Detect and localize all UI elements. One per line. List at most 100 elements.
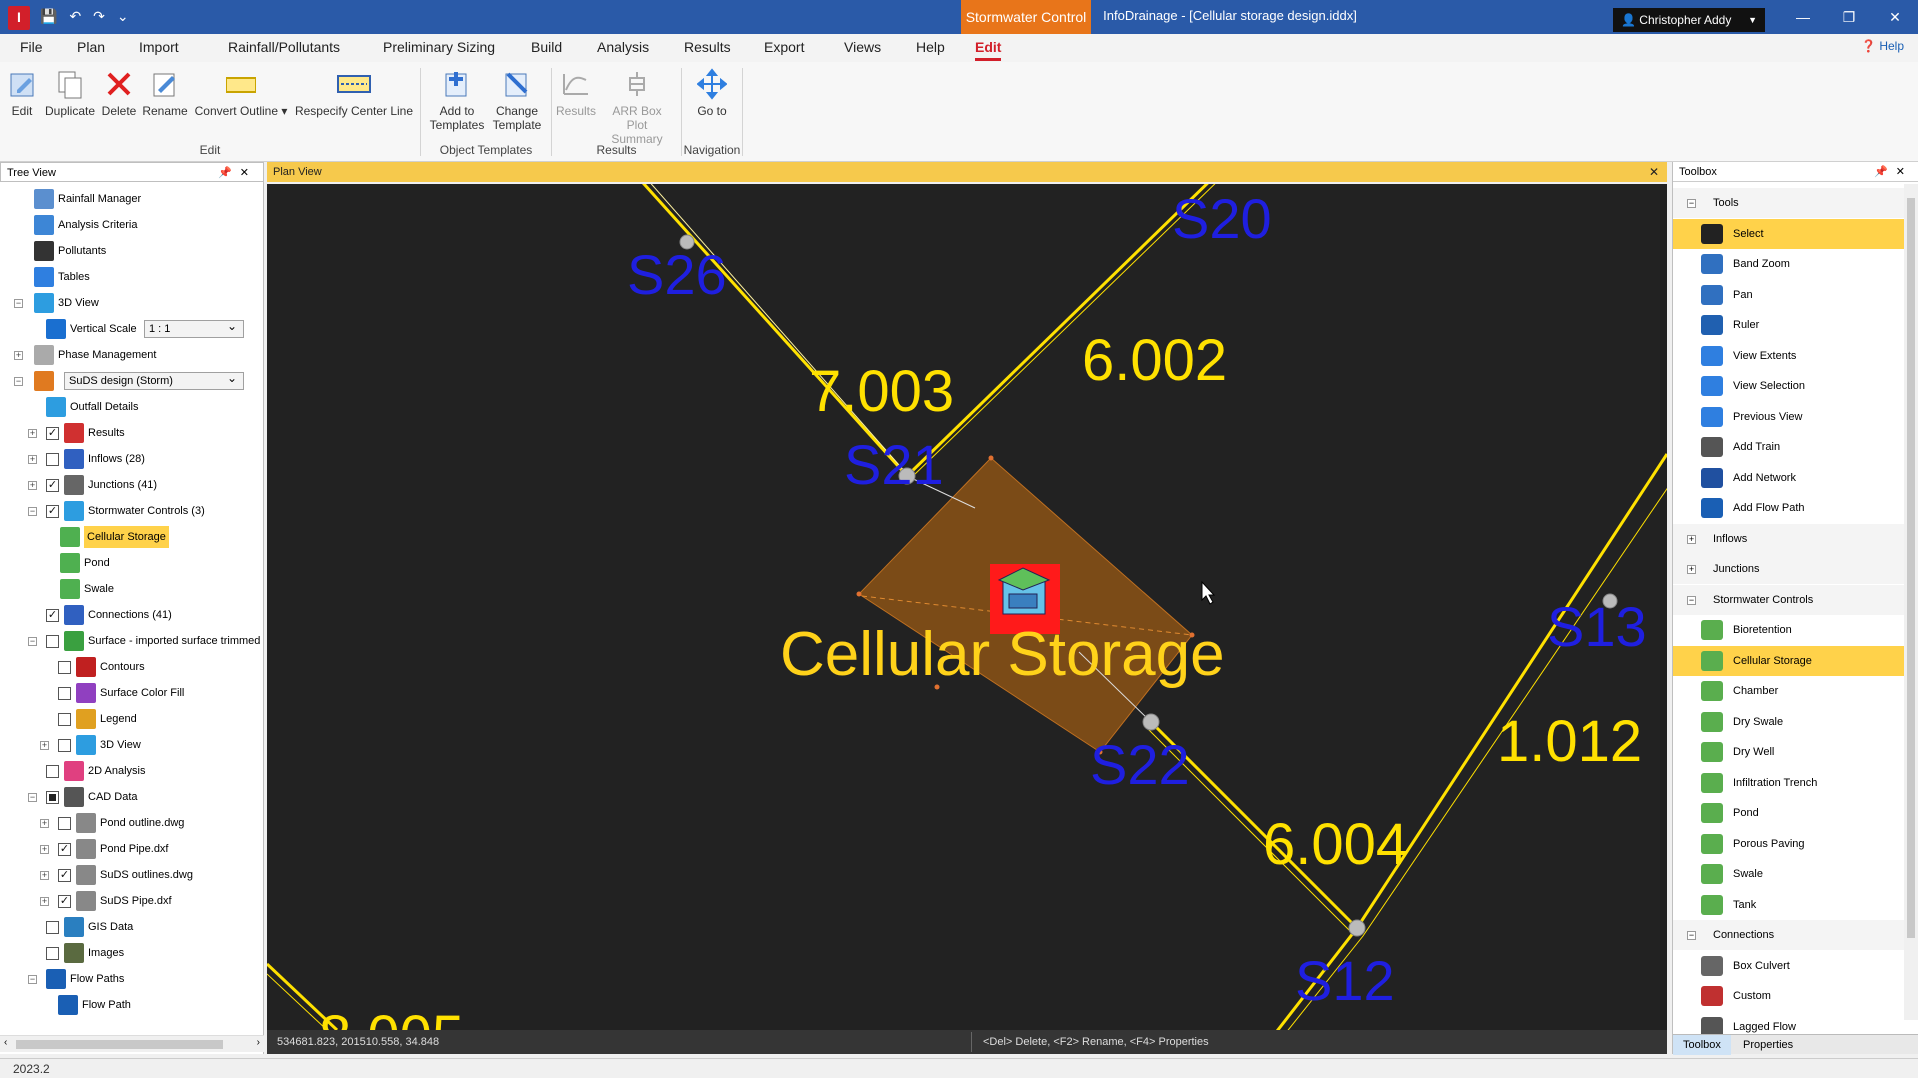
- add-to-templates-button[interactable]: Add to Templates: [425, 68, 489, 132]
- menu-help[interactable]: Help: [916, 39, 945, 55]
- visibility-checkbox[interactable]: [58, 739, 71, 752]
- menu-build[interactable]: Build: [531, 39, 562, 55]
- visibility-checkbox[interactable]: [58, 817, 71, 830]
- expand-icon[interactable]: +: [40, 845, 49, 854]
- visibility-checkbox[interactable]: [46, 947, 59, 960]
- visibility-checkbox[interactable]: ✓: [46, 479, 59, 492]
- collapse-icon[interactable]: −: [28, 793, 37, 802]
- tree-item-legend[interactable]: Legend: [0, 708, 264, 730]
- visibility-checkbox[interactable]: [46, 791, 59, 804]
- toolbox-item-infiltration-trench[interactable]: Infiltration Trench: [1673, 768, 1905, 798]
- close-plan-view-icon[interactable]: ✕: [1649, 162, 1659, 182]
- change-template-button[interactable]: Change Template: [489, 68, 545, 132]
- menu-preliminary-sizing[interactable]: Preliminary Sizing: [383, 39, 495, 55]
- vertical-scale-dropdown[interactable]: 1 : 1: [144, 318, 244, 338]
- toolbox-item-tank[interactable]: Tank: [1673, 890, 1905, 920]
- collapse-icon[interactable]: −: [28, 637, 37, 646]
- visibility-checkbox[interactable]: [46, 921, 59, 934]
- tree-item-pond-pipe-dxf[interactable]: + ✓ Pond Pipe.dxf: [0, 838, 264, 860]
- delete-button[interactable]: Delete: [100, 68, 138, 118]
- tree-item-analysis-criteria[interactable]: Analysis Criteria: [0, 214, 264, 236]
- convert-outline-button[interactable]: Convert Outline ▾: [193, 68, 289, 118]
- tree-item-stormwater-controls[interactable]: − ✓ Stormwater Controls (3): [0, 500, 264, 522]
- node-s12[interactable]: [1348, 919, 1366, 937]
- tree-item-cad-data[interactable]: − CAD Data: [0, 786, 264, 808]
- toolbox-item-cellular-storage[interactable]: Cellular Storage: [1673, 645, 1905, 676]
- visibility-checkbox[interactable]: [46, 453, 59, 466]
- context-tab-stormwater-control[interactable]: Stormwater Control: [961, 0, 1091, 34]
- go-to-button[interactable]: Go to: [690, 68, 734, 118]
- tree-item-gis-data[interactable]: GIS Data: [0, 916, 264, 938]
- tree-item-rainfall-manager[interactable]: Rainfall Manager: [0, 188, 264, 210]
- tree-item-3d-view[interactable]: − 3D View: [0, 292, 264, 314]
- collapse-icon[interactable]: −: [14, 299, 23, 308]
- tree-item-flow-paths[interactable]: − Flow Paths: [0, 968, 264, 990]
- toolbox-item-dry-swale[interactable]: Dry Swale: [1673, 707, 1905, 737]
- menu-analysis[interactable]: Analysis: [597, 39, 649, 55]
- toolbox-item-custom[interactable]: Custom: [1673, 981, 1905, 1011]
- undo-icon[interactable]: ↶: [69, 8, 81, 25]
- tree-item-vertical-scale[interactable]: Vertical Scale 1 : 1: [0, 318, 264, 340]
- toolbox-item-previous-view[interactable]: Previous View: [1673, 402, 1905, 432]
- close-panel-icon[interactable]: ✕: [1896, 166, 1913, 178]
- tree-item-swale[interactable]: Swale: [0, 578, 264, 600]
- minimize-icon[interactable]: —: [1780, 0, 1826, 34]
- tree-item-2d-analysis[interactable]: 2D Analysis: [0, 760, 264, 782]
- toolbox-item-porous-paving[interactable]: Porous Paving: [1673, 829, 1905, 859]
- pin-icon[interactable]: 📌: [218, 167, 240, 179]
- toolbox-item-chamber[interactable]: Chamber: [1673, 676, 1905, 706]
- tab-toolbox[interactable]: Toolbox: [1673, 1035, 1731, 1055]
- toolbox-vertical-scrollbar[interactable]: [1904, 184, 1918, 1020]
- toolbox-item-box-culvert[interactable]: Box Culvert: [1673, 951, 1905, 981]
- tree-horizontal-scrollbar[interactable]: ‹ ›: [0, 1035, 264, 1052]
- visibility-checkbox[interactable]: ✓: [46, 427, 59, 440]
- pipe-8005-edge[interactable]: [267, 973, 328, 1030]
- duplicate-button[interactable]: Duplicate: [44, 68, 96, 118]
- expand-icon[interactable]: +: [1687, 534, 1696, 544]
- collapse-icon[interactable]: −: [1687, 199, 1696, 208]
- tree-item-suds-pipe-dxf[interactable]: + ✓ SuDS Pipe.dxf: [0, 890, 264, 912]
- menu-results[interactable]: Results: [684, 39, 731, 55]
- collapse-icon[interactable]: −: [1687, 931, 1696, 940]
- toolbox-item-swale[interactable]: Swale: [1673, 859, 1905, 889]
- help-link[interactable]: ❓ Help: [1861, 39, 1904, 53]
- tree-item-suds-outlines-dwg[interactable]: + ✓ SuDS outlines.dwg: [0, 864, 264, 886]
- toolbox-item-select-arrow[interactable]: Select: [1673, 218, 1905, 249]
- expand-icon[interactable]: +: [28, 455, 37, 464]
- toolbox-section-tools[interactable]: − Tools: [1673, 188, 1905, 218]
- tree-item-images[interactable]: Images: [0, 942, 264, 964]
- tree-item-contours[interactable]: Contours: [0, 656, 264, 678]
- scrollbar-thumb[interactable]: [1907, 198, 1915, 938]
- menu-edit[interactable]: Edit: [975, 39, 1002, 61]
- user-account-button[interactable]: 👤 Christopher Addy ▼: [1613, 8, 1765, 32]
- tree-item-pond-outline-dwg[interactable]: + Pond outline.dwg: [0, 812, 264, 834]
- expand-icon[interactable]: +: [40, 897, 49, 906]
- scrollbar-thumb[interactable]: [16, 1040, 223, 1049]
- toolbox-item-add-train[interactable]: Add Train: [1673, 432, 1905, 462]
- toolbox-item-add-network[interactable]: Add Network: [1673, 463, 1905, 493]
- plan-view-canvas[interactable]: S20 S26 S21 S22 S13 S12 6.002 7.003 1.01…: [267, 184, 1667, 1030]
- customize-qat-icon[interactable]: ⌄: [117, 8, 129, 25]
- menu-file[interactable]: File: [20, 39, 43, 55]
- tree-item-phase-selector[interactable]: − SuDS design (Storm): [0, 370, 264, 392]
- save-icon[interactable]: 💾: [40, 8, 57, 25]
- visibility-checkbox[interactable]: [46, 765, 59, 778]
- tree-item-results[interactable]: + ✓ Results: [0, 422, 264, 444]
- redo-icon[interactable]: ↷: [93, 8, 105, 25]
- expand-icon[interactable]: +: [14, 351, 23, 360]
- visibility-checkbox[interactable]: [46, 635, 59, 648]
- toolbox-item-dry-well[interactable]: Dry Well: [1673, 737, 1905, 767]
- edit-button[interactable]: Edit: [7, 68, 37, 118]
- menu-import[interactable]: Import: [139, 39, 179, 55]
- arr-box-plot-summary-button[interactable]: ARR Box Plot Summary: [600, 68, 674, 146]
- collapse-icon[interactable]: −: [28, 507, 37, 516]
- tree-item-pond[interactable]: Pond: [0, 552, 264, 574]
- scroll-right-icon[interactable]: ›: [257, 1037, 260, 1048]
- tree-item-flow-path[interactable]: Flow Path: [0, 994, 264, 1016]
- menu-plan[interactable]: Plan: [77, 39, 105, 55]
- menu-export[interactable]: Export: [764, 39, 804, 55]
- toolbox-item-add-flow-path[interactable]: Add Flow Path: [1673, 493, 1905, 523]
- scroll-left-icon[interactable]: ‹: [4, 1037, 7, 1048]
- menu-rainfall-pollutants[interactable]: Rainfall/Pollutants: [228, 39, 340, 55]
- pin-icon[interactable]: 📌: [1874, 166, 1896, 178]
